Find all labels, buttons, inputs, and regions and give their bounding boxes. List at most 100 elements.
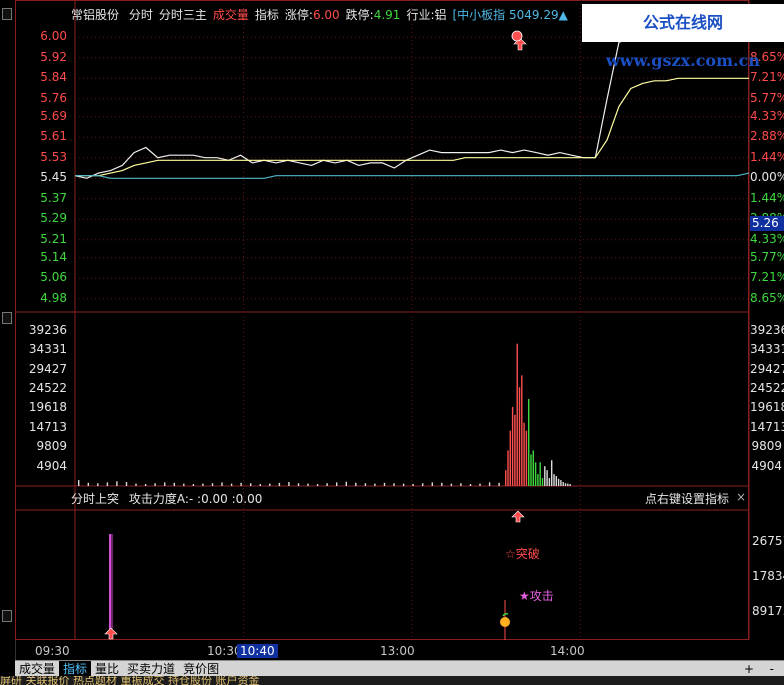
bottom-status-bar[interactable]: 屏研 关联报价 热点题材 重振成交 持仓股份 账户资金 — [0, 676, 784, 685]
volume-bar — [364, 483, 367, 486]
volume-bar — [422, 483, 424, 486]
volume-tick-label: 34331 — [750, 342, 784, 357]
volume-bar — [460, 483, 462, 486]
volume-tick-label: 4904 — [36, 458, 67, 473]
breakout-arrow-icon — [511, 30, 527, 51]
percent-tick-label: 2.88% — [750, 129, 784, 144]
breakout-arrow-icon — [511, 510, 525, 523]
current-price-tag: 5.26 — [750, 216, 784, 231]
volume-bar — [412, 484, 414, 486]
index-value: 5049.29 — [509, 8, 559, 22]
industry-value[interactable]: 铝 — [434, 8, 446, 22]
volume-bar — [525, 430, 528, 486]
volume-bar — [240, 482, 242, 486]
indicator-params: 攻击力度A:- :0.00 :0.00 — [128, 492, 263, 506]
indicator-axis-label: 26751 — [752, 534, 784, 548]
volume-tick-label: 29427 — [28, 361, 67, 376]
volume-bar — [514, 414, 516, 486]
volume-tick-label: 24522 — [28, 381, 67, 396]
volume-bar — [135, 483, 137, 486]
volume-bar — [278, 482, 281, 486]
volume-bar — [250, 483, 252, 486]
volume-bar — [355, 482, 357, 486]
tab-volume-bottom[interactable]: 成交量 — [15, 661, 59, 677]
volume-bar — [154, 483, 156, 486]
index-up-icon: ▲ — [558, 8, 568, 22]
volume-bar — [551, 460, 553, 486]
volume-bar — [230, 483, 233, 486]
zoom-out-button[interactable]: - — [766, 661, 778, 677]
volume-bar — [541, 478, 544, 486]
price-tick-label: 5.45 — [40, 170, 67, 185]
volume-bar — [192, 484, 195, 486]
tab-volume[interactable]: 成交量 — [213, 8, 249, 22]
volume-tick-label: 39236 — [28, 322, 67, 337]
tab-indicator-bottom[interactable]: 指标 — [59, 661, 92, 677]
time-tick: 14:00 — [550, 644, 585, 658]
percent-tick-label: 7.21% — [750, 270, 784, 285]
volume-bar — [562, 482, 564, 486]
percent-tick-label: 1.44% — [750, 149, 784, 164]
volume-bar — [211, 483, 214, 486]
indicator-name[interactable]: 分时上突 — [71, 492, 119, 506]
volume-bar — [479, 483, 481, 486]
tab-indicator[interactable]: 指标 — [255, 8, 279, 22]
panel-resize-handle-icon[interactable] — [2, 312, 12, 324]
tab-buy-sell-force[interactable]: 买卖力道 — [123, 661, 179, 677]
volume-bar — [297, 483, 300, 486]
breakout-signal-label: ☆突破 — [505, 547, 540, 561]
price-tick-label: 5.69 — [40, 108, 67, 123]
price-tick-label: 5.29 — [40, 211, 67, 226]
indicator-axis-label: 17834 — [752, 569, 784, 583]
volume-bar — [546, 470, 548, 486]
volume-tick-label: 24522 — [750, 381, 784, 396]
limit-down-label: 跌停: — [345, 8, 374, 22]
volume-bar — [307, 483, 309, 486]
chart-gridlines — [75, 0, 749, 640]
price-tick-label: 5.61 — [40, 129, 67, 144]
price-series-line — [75, 172, 750, 179]
volume-bar — [505, 470, 507, 486]
volume-bar — [569, 484, 571, 486]
toolbar-marker-icon[interactable] — [2, 8, 12, 20]
volume-bar — [548, 478, 551, 486]
price-tick-label: 5.37 — [40, 190, 67, 205]
volume-bar — [450, 483, 453, 486]
volume-bar — [374, 483, 376, 486]
volume-bar — [97, 483, 99, 486]
limit-up-label: 涨停: — [284, 8, 313, 22]
panel-resize-handle-icon[interactable] — [2, 610, 12, 622]
volume-bar — [259, 484, 261, 486]
attack-signal-label: ★攻击 — [519, 589, 554, 603]
chart-header: 常铝股份 分时 分时三主 成交量 指标 涨停:6.00 跌停:4.91 行业:铝 [中小板指 … — [71, 6, 574, 23]
volume-tick-label: 9809 — [751, 439, 782, 454]
volume-bar — [469, 484, 472, 486]
close-icon[interactable]: × — [736, 490, 746, 504]
volume-tick-label: 39236 — [750, 322, 784, 337]
volume-bar — [498, 482, 500, 486]
percent-tick-label: 1.44% — [750, 190, 784, 205]
bottom-tab-bar: 成交量 指标 量比 买卖力道 竞价图 + - — [15, 660, 784, 677]
volume-bar — [106, 482, 109, 486]
chart-area[interactable]: 常铝股份 分时 分时三主 成交量 指标 涨停:6.00 跌停:4.91 行业:铝 [中小板指 … — [15, 0, 784, 660]
volume-bar — [518, 387, 521, 486]
tab-intraday-three[interactable]: 分时三主 — [159, 8, 207, 22]
tab-intraday[interactable]: 分时 — [129, 8, 153, 22]
tab-auction[interactable]: 竞价图 — [179, 661, 223, 677]
indicator-settings-hint[interactable]: 点右键设置指标 — [645, 490, 729, 507]
volume-bar — [87, 482, 89, 486]
volume-bar — [553, 474, 555, 486]
volume-tick-label: 29427 — [750, 361, 784, 376]
time-tick: 09:30 — [35, 644, 70, 658]
time-tick: 13:00 — [380, 644, 415, 658]
tab-volume-ratio[interactable]: 量比 — [91, 661, 123, 677]
price-tick-label: 5.53 — [40, 149, 67, 164]
index-name[interactable]: [中小板指 — [453, 8, 506, 22]
volume-bar — [125, 482, 128, 486]
volume-bar — [164, 482, 166, 486]
volume-bar — [383, 482, 386, 486]
percent-tick-label: 5.77% — [750, 249, 784, 264]
volume-bar — [544, 466, 546, 486]
volume-bar — [393, 483, 395, 486]
zoom-in-button[interactable]: + — [740, 661, 758, 677]
